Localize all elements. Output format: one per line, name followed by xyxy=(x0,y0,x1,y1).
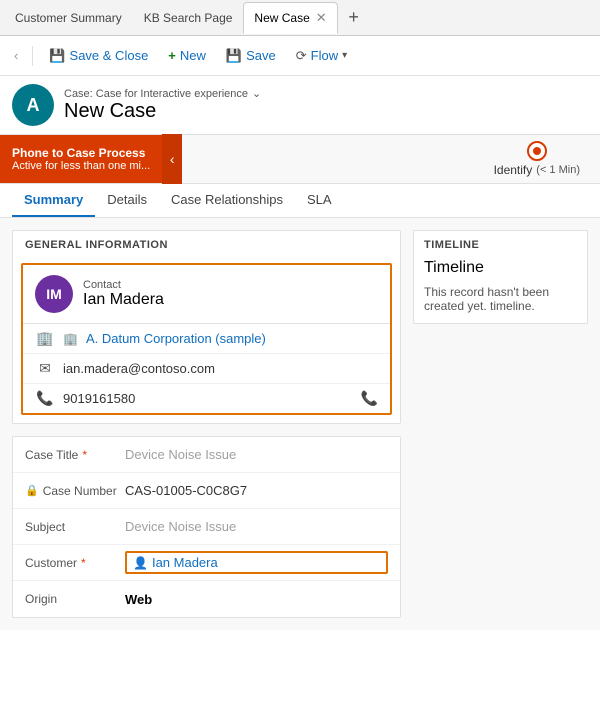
toolbar-separator xyxy=(32,46,33,66)
process-phase: Phone to Case Process Active for less th… xyxy=(0,135,162,183)
tab-new-case[interactable]: New Case ✕ xyxy=(243,2,337,34)
email-icon: ✉ xyxy=(35,360,55,377)
tab-bar: Customer Summary KB Search Page New Case… xyxy=(0,0,600,36)
new-button[interactable]: + New xyxy=(160,44,214,67)
phone-call-icon[interactable]: 📞 xyxy=(361,390,378,407)
required-marker-2: * xyxy=(81,556,86,570)
add-tab-button[interactable]: + xyxy=(340,4,368,32)
new-icon: + xyxy=(168,48,176,63)
timeline-card: TIMELINE Timeline This record hasn't bee… xyxy=(413,230,588,324)
customer-contact-icon: 👤 xyxy=(133,556,148,570)
flow-button[interactable]: ⟳ Flow ▾ xyxy=(288,44,355,68)
main-column: GENERAL INFORMATION IM Contact Ian Mader… xyxy=(12,230,401,618)
contact-top: IM Contact Ian Madera xyxy=(23,265,390,324)
process-step-label: Identify xyxy=(494,163,533,177)
origin-label: Origin xyxy=(25,592,125,606)
form-card: Case Title * Device Noise Issue 🔒 Case N… xyxy=(12,436,401,618)
process-steps: Identify (< 1 Min) xyxy=(182,141,600,177)
general-info-card: GENERAL INFORMATION IM Contact Ian Mader… xyxy=(12,230,401,424)
timeline-empty-text: This record hasn't been created yet. tim… xyxy=(414,281,587,323)
timeline-title: Timeline xyxy=(414,255,587,281)
tab-customer-summary[interactable]: Customer Summary xyxy=(4,2,133,34)
tab-summary[interactable]: Summary xyxy=(12,184,95,217)
required-marker: * xyxy=(82,448,87,462)
origin-row: Origin Web xyxy=(13,581,400,617)
phone-icon: 📞 xyxy=(35,390,55,407)
subject-label: Subject xyxy=(25,520,125,534)
customer-row: Customer * 👤 Ian Madera xyxy=(13,545,400,581)
general-info-header: GENERAL INFORMATION xyxy=(13,231,400,255)
contact-phone-row: 📞 9019161580 📞 xyxy=(23,384,390,413)
subject-row: Subject Device Noise Issue xyxy=(13,509,400,545)
save-button[interactable]: 💾 Save xyxy=(218,44,284,68)
toolbar: ‹ 💾 Save & Close + New 💾 Save ⟳ Flow ▾ xyxy=(0,36,600,76)
flow-chevron-icon: ▾ xyxy=(342,50,347,61)
tab-details[interactable]: Details xyxy=(95,184,159,217)
contact-avatar: IM xyxy=(35,275,73,313)
process-step-identify[interactable]: Identify (< 1 Min) xyxy=(494,141,580,177)
tab-kb-search-page[interactable]: KB Search Page xyxy=(133,2,244,34)
side-column: TIMELINE Timeline This record hasn't bee… xyxy=(413,230,588,618)
contact-company-icon2: 🏢 xyxy=(63,332,78,346)
lock-icon: 🔒 xyxy=(25,484,39,497)
process-bar: Phone to Case Process Active for less th… xyxy=(0,134,600,184)
case-number-label: 🔒 Case Number xyxy=(25,484,125,498)
case-title-value[interactable]: Device Noise Issue xyxy=(125,447,388,462)
save-icon: 💾 xyxy=(226,48,242,64)
contact-email: ian.madera@contoso.com xyxy=(63,361,215,376)
avatar: A xyxy=(12,84,54,126)
nav-tabs: Summary Details Case Relationships SLA xyxy=(0,184,600,218)
process-step-dot xyxy=(527,141,547,161)
customer-value[interactable]: Ian Madera xyxy=(152,555,380,570)
contact-name: Ian Madera xyxy=(83,291,164,309)
origin-value: Web xyxy=(125,592,388,607)
customer-field[interactable]: 👤 Ian Madera xyxy=(125,551,388,574)
timeline-header: TIMELINE xyxy=(414,231,587,255)
contact-company-row: 🏢 🏢 A. Datum Corporation (sample) xyxy=(23,324,390,354)
case-title-row: Case Title * Device Noise Issue xyxy=(13,437,400,473)
breadcrumb-chevron-icon[interactable]: ⌄ xyxy=(252,87,261,100)
case-number-value: CAS-01005-C0C8G7 xyxy=(125,483,388,498)
customer-label: Customer * xyxy=(25,556,125,570)
company-icon: 🏢 xyxy=(35,330,55,347)
contact-label: Contact xyxy=(83,279,164,291)
subject-value[interactable]: Device Noise Issue xyxy=(125,519,388,534)
tab-sla[interactable]: SLA xyxy=(295,184,344,217)
page-title: New Case xyxy=(64,100,261,123)
close-tab-icon[interactable]: ✕ xyxy=(316,10,327,26)
contact-card: IM Contact Ian Madera 🏢 🏢 A. Datum Corpo… xyxy=(21,263,392,415)
process-step-time: (< 1 Min) xyxy=(536,164,580,176)
save-close-button[interactable]: 💾 Save & Close xyxy=(41,44,156,68)
save-close-icon: 💾 xyxy=(49,48,65,64)
flow-icon: ⟳ xyxy=(296,48,307,64)
process-phase-title: Phone to Case Process xyxy=(12,146,150,160)
contact-phone: 9019161580 xyxy=(63,391,135,406)
contact-company-link[interactable]: A. Datum Corporation (sample) xyxy=(86,331,266,346)
contact-email-row: ✉ ian.madera@contoso.com xyxy=(23,354,390,384)
process-phase-sub: Active for less than one mi... xyxy=(12,160,150,172)
case-number-row: 🔒 Case Number CAS-01005-C0C8G7 xyxy=(13,473,400,509)
tab-case-relationships[interactable]: Case Relationships xyxy=(159,184,295,217)
back-button[interactable]: ‹ xyxy=(8,44,24,67)
breadcrumb: Case: Case for Interactive experience ⌄ xyxy=(64,87,261,100)
process-collapse-button[interactable]: ‹ xyxy=(162,134,182,184)
page-header: A Case: Case for Interactive experience … xyxy=(0,76,600,134)
case-title-label: Case Title * xyxy=(25,448,125,462)
form-grid: Case Title * Device Noise Issue 🔒 Case N… xyxy=(13,437,400,617)
main-content: GENERAL INFORMATION IM Contact Ian Mader… xyxy=(0,218,600,630)
